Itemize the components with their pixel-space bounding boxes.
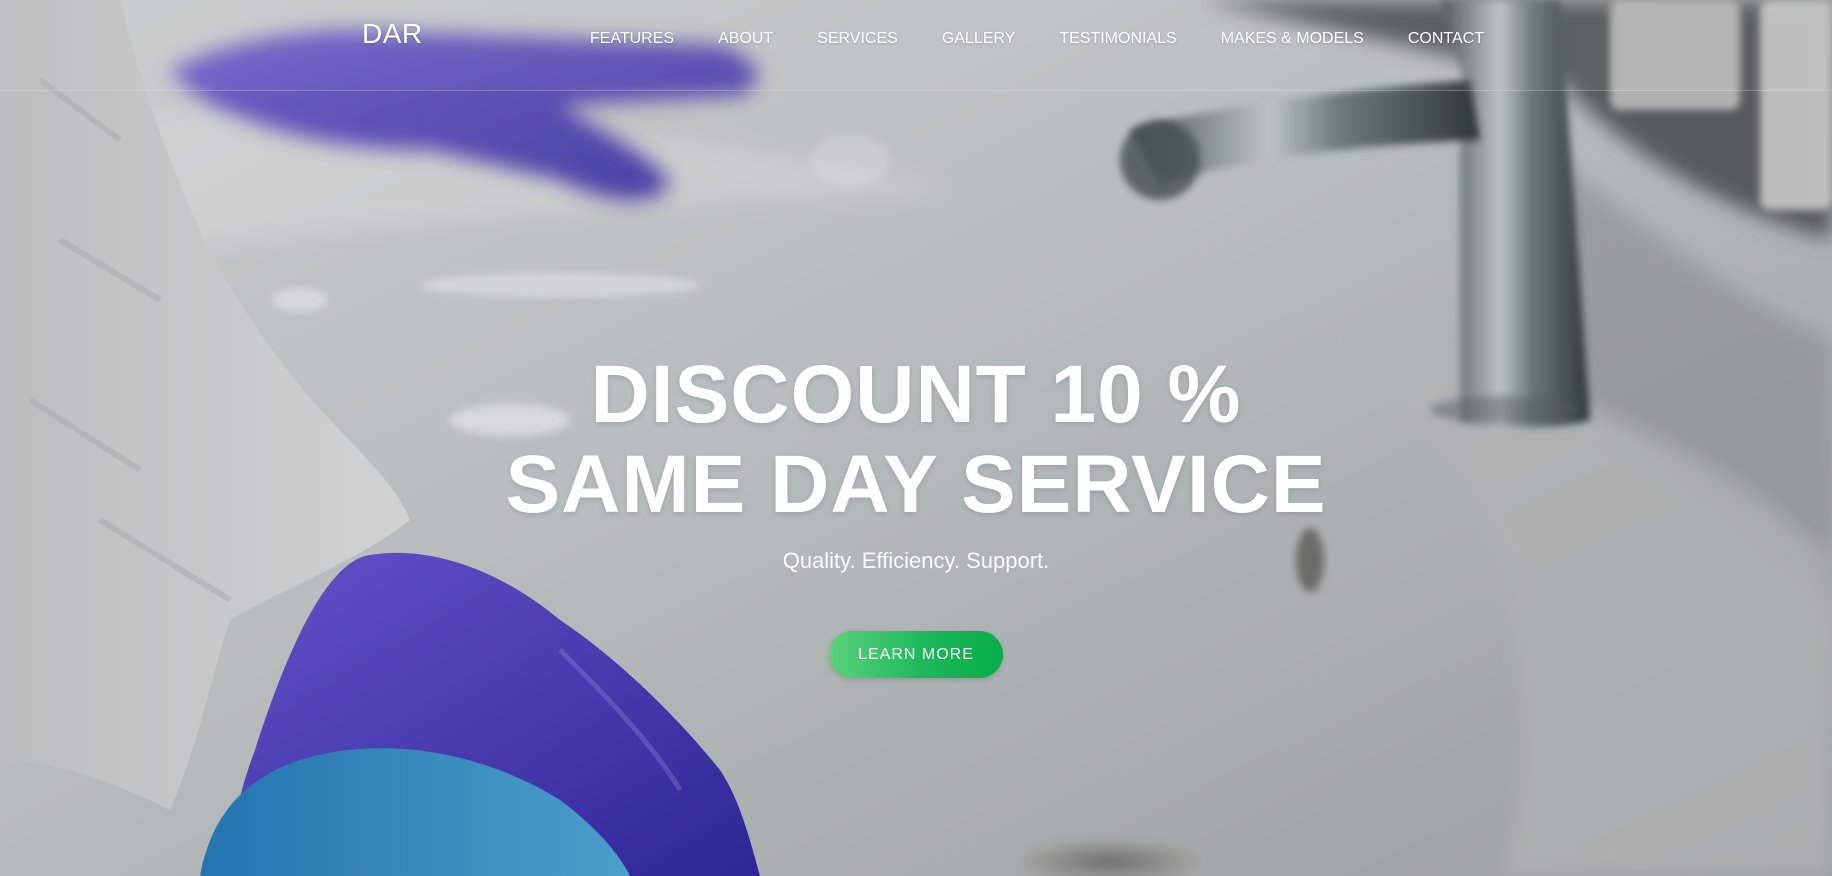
headline-line-2: SAME DAY SERVICE [505,439,1327,530]
nav-item: CONTACT [1408,30,1484,48]
nav-item: MAKES & MODELS [1221,30,1364,48]
hero-content: DISCOUNT 10 % SAME DAY SERVICE Quality. … [0,350,1832,678]
nav-item: SERVICES [817,30,898,48]
nav-link-features[interactable]: FEATURES [590,30,674,47]
main-navigation: FEATURES ABOUT SERVICES GALLERY TESTIMON… [590,30,1484,48]
nav-link-services[interactable]: SERVICES [817,30,898,47]
top-navbar: DAR FEATURES ABOUT SERVICES GALLERY TEST… [0,0,1832,91]
brand-logo[interactable]: DAR [362,18,423,50]
nav-item: FEATURES [590,30,674,48]
nav-link-contact[interactable]: CONTACT [1408,30,1484,47]
nav-link-testimonials[interactable]: TESTIMONIALS [1059,30,1176,47]
nav-link-gallery[interactable]: GALLERY [942,30,1016,47]
hero-subheadline: Quality. Efficiency. Support. [782,548,1050,573]
hero-headline: DISCOUNT 10 % SAME DAY SERVICE [0,350,1832,530]
learn-more-button[interactable]: LEARN MORE [829,631,1003,678]
nav-item: GALLERY [942,30,1016,48]
nav-link-makes-models[interactable]: MAKES & MODELS [1221,30,1364,47]
hero-section: DAR FEATURES ABOUT SERVICES GALLERY TEST… [0,0,1832,876]
nav-link-about[interactable]: ABOUT [718,30,773,47]
headline-line-1: DISCOUNT 10 % [590,349,1242,440]
nav-item: ABOUT [718,30,773,48]
nav-item: TESTIMONIALS [1059,30,1176,48]
